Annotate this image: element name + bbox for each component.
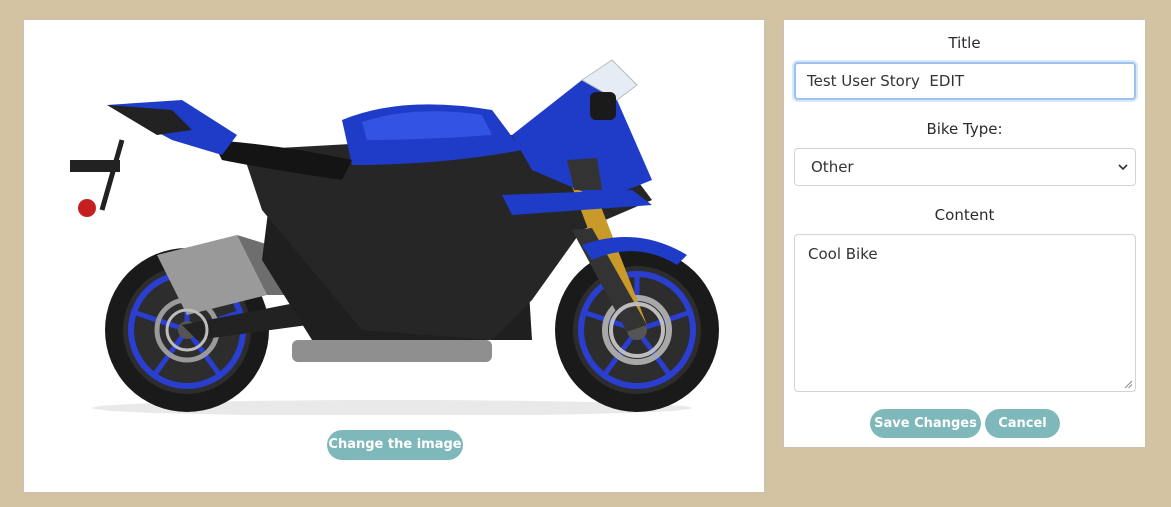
content-value: Cool Bike — [808, 245, 878, 263]
title-input[interactable] — [794, 62, 1136, 100]
content-label: Content — [934, 206, 995, 224]
change-image-button[interactable]: Change the image — [327, 430, 463, 460]
motorcycle-image — [62, 40, 729, 415]
edit-story-page: Change the image Title Bike Type: Other … — [0, 0, 1171, 507]
motorcycle-illustration — [70, 59, 719, 415]
save-changes-button[interactable]: Save Changes — [870, 409, 981, 438]
edit-form: Title Bike Type: Other Content Cool Bike… — [783, 19, 1146, 448]
bike-type-label: Bike Type: — [926, 120, 1003, 138]
resize-grip-icon[interactable] — [1124, 380, 1133, 389]
bike-type-select[interactable]: Other — [794, 148, 1136, 186]
title-label: Title — [948, 34, 981, 52]
content-textarea[interactable]: Cool Bike — [794, 234, 1136, 392]
cancel-button[interactable]: Cancel — [985, 409, 1060, 438]
image-panel: Change the image — [23, 19, 765, 493]
bike-type-selected-value: Other — [811, 158, 854, 176]
chevron-down-icon — [1118, 164, 1128, 171]
